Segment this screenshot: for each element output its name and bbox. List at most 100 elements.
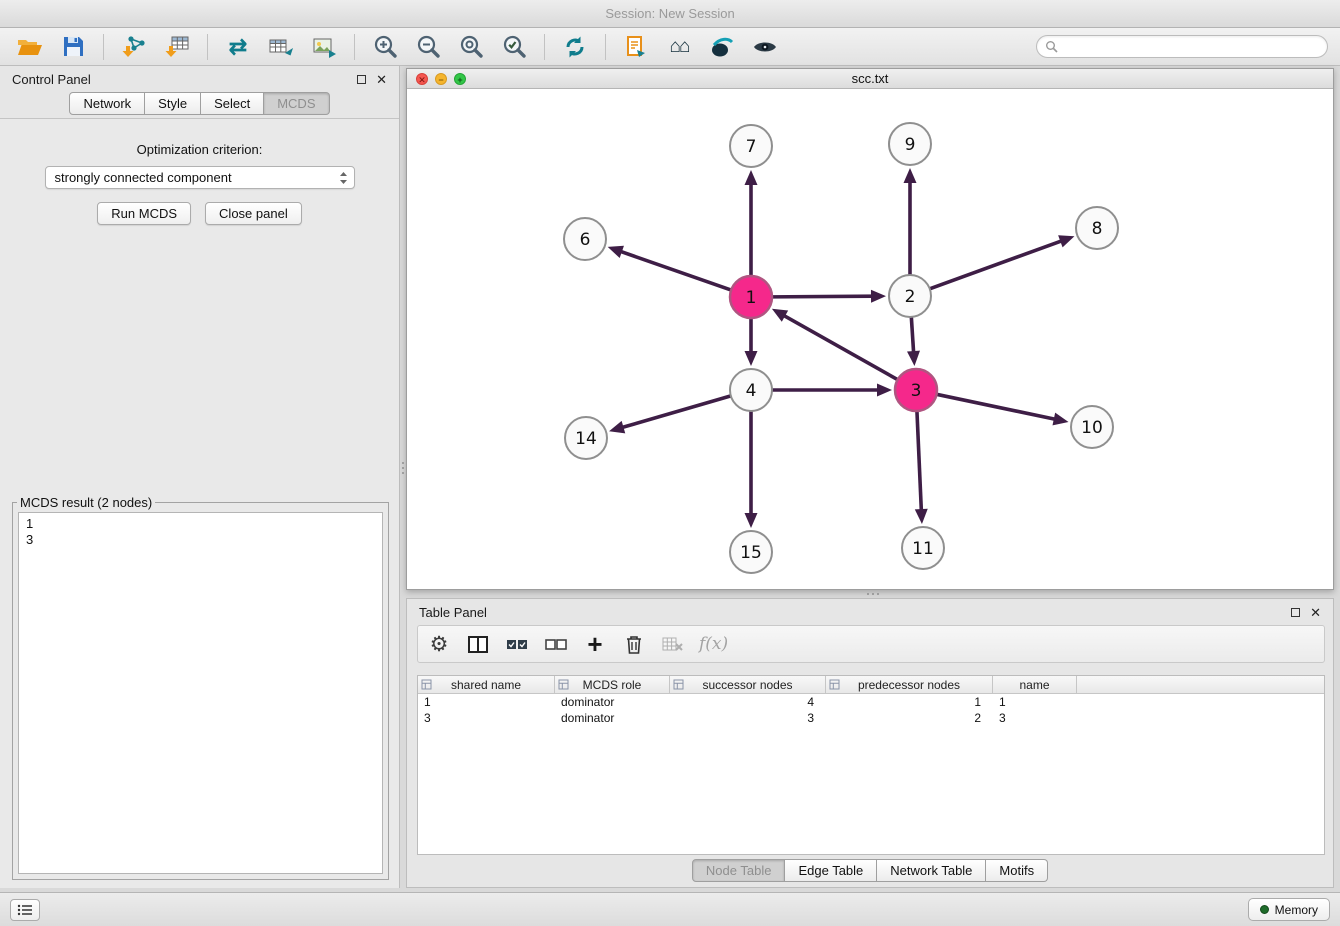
refresh-button[interactable] xyxy=(557,31,593,63)
cell-name[interactable]: 3 xyxy=(993,711,1077,725)
graph-edge-arrowhead xyxy=(907,351,920,366)
cell-mcds-role[interactable]: dominator xyxy=(555,711,670,725)
function-builder-button: f(x) xyxy=(699,629,728,659)
toolbar-separator xyxy=(544,34,545,60)
graph-edge[interactable] xyxy=(930,241,1062,289)
network-arrows-icon: ⇄ xyxy=(229,34,247,60)
zoom-selected-button[interactable] xyxy=(496,31,532,63)
column-type-icon xyxy=(558,679,569,690)
table-row[interactable]: 3 dominator 3 2 3 xyxy=(418,710,1324,726)
apply-style-button[interactable] xyxy=(704,31,740,63)
network-window-titlebar[interactable]: ✕ − + scc.txt xyxy=(407,69,1333,89)
optimization-select[interactable]: strongly connected component xyxy=(45,166,355,189)
memory-button[interactable]: Memory xyxy=(1248,898,1330,921)
cell-predecessor-nodes[interactable]: 2 xyxy=(826,711,993,725)
import-network-button[interactable] xyxy=(116,31,152,63)
toolbar-separator xyxy=(103,34,104,60)
search-input[interactable] xyxy=(1063,40,1319,54)
column-header-predecessor-nodes[interactable]: predecessor nodes xyxy=(826,676,993,693)
toolbar-separator xyxy=(354,34,355,60)
column-header-shared-name[interactable]: shared name xyxy=(418,676,555,693)
table-toolbar: ⚙ + f(x) xyxy=(417,625,1325,663)
cell-shared-name[interactable]: 1 xyxy=(418,695,555,709)
graph-edge-arrowhead xyxy=(877,384,892,397)
open-session-button[interactable] xyxy=(12,31,48,63)
export-image-button[interactable] xyxy=(306,31,342,63)
eye-icon xyxy=(752,38,778,56)
unchecked-boxes-icon xyxy=(545,638,567,651)
float-panel-icon[interactable] xyxy=(357,75,366,84)
horizontal-splitter-handle[interactable] xyxy=(860,591,886,597)
save-session-button[interactable] xyxy=(55,31,91,63)
cell-predecessor-nodes[interactable]: 1 xyxy=(826,695,993,709)
graph-edge-arrowhead xyxy=(871,290,886,303)
tab-motifs[interactable]: Motifs xyxy=(986,859,1048,882)
graph-edge[interactable] xyxy=(937,394,1056,419)
graph-edge[interactable] xyxy=(772,296,873,297)
optimization-criterion-label: Optimization criterion: xyxy=(0,142,399,157)
show-hide-button[interactable] xyxy=(747,31,783,63)
maximize-window-icon[interactable]: + xyxy=(454,73,466,85)
tab-network-table[interactable]: Network Table xyxy=(877,859,986,882)
select-all-columns-button[interactable] xyxy=(504,629,530,659)
cell-name[interactable]: 1 xyxy=(993,695,1077,709)
delete-column-button[interactable] xyxy=(621,629,647,659)
vertical-splitter-handle[interactable] xyxy=(400,455,406,481)
graph-edge[interactable] xyxy=(911,317,913,353)
close-table-panel-icon[interactable]: ✕ xyxy=(1310,606,1321,619)
tab-edge-table[interactable]: Edge Table xyxy=(785,859,877,882)
cell-mcds-role[interactable]: dominator xyxy=(555,695,670,709)
graph-edge[interactable] xyxy=(620,251,731,290)
close-window-icon[interactable]: ✕ xyxy=(416,73,428,85)
zoom-in-button[interactable] xyxy=(367,31,403,63)
mcds-result-list[interactable]: 1 3 xyxy=(18,512,383,874)
zoom-out-button[interactable] xyxy=(410,31,446,63)
graph-edge[interactable] xyxy=(622,396,731,428)
result-line: 1 xyxy=(26,516,375,532)
tab-style[interactable]: Style xyxy=(145,92,201,115)
tab-select[interactable]: Select xyxy=(201,92,264,115)
graph-edge[interactable] xyxy=(783,315,897,380)
new-network-button[interactable]: ⇄ xyxy=(220,31,256,63)
show-columns-button[interactable] xyxy=(465,629,491,659)
close-panel-icon[interactable]: ✕ xyxy=(376,73,387,86)
graph-edge[interactable] xyxy=(917,411,921,511)
open-folder-icon xyxy=(17,37,43,57)
graph-edge-arrowhead xyxy=(904,168,917,183)
node-table[interactable]: shared name MCDS role successor nodes pr… xyxy=(417,675,1325,855)
add-column-button[interactable]: + xyxy=(582,629,608,659)
close-panel-button[interactable]: Close panel xyxy=(205,202,302,225)
window-titlebar[interactable]: Session: New Session xyxy=(0,0,1340,28)
network-canvas[interactable]: 7968124314101511 xyxy=(407,89,1333,589)
column-header-successor-nodes[interactable]: successor nodes xyxy=(670,676,826,693)
graph-edge-arrowhead xyxy=(915,509,928,524)
run-mcds-button[interactable]: Run MCDS xyxy=(97,202,191,225)
home-button[interactable]: ⌂⌂ xyxy=(661,31,697,63)
memory-label: Memory xyxy=(1275,903,1318,917)
tab-mcds[interactable]: MCDS xyxy=(264,92,329,115)
global-search[interactable] xyxy=(1036,35,1328,58)
zoom-out-icon xyxy=(416,34,441,59)
deselect-all-columns-button[interactable] xyxy=(543,629,569,659)
tab-node-table[interactable]: Node Table xyxy=(692,859,786,882)
column-header-name[interactable]: name xyxy=(993,676,1077,693)
table-row[interactable]: 1 dominator 4 1 1 xyxy=(418,694,1324,710)
table-settings-button[interactable]: ⚙ xyxy=(426,629,452,659)
paste-style-button[interactable] xyxy=(618,31,654,63)
toolbar-separator xyxy=(207,34,208,60)
graph-node-label: 14 xyxy=(575,429,597,449)
tab-network[interactable]: Network xyxy=(69,92,145,115)
task-history-button[interactable] xyxy=(10,899,40,921)
cell-successor-nodes[interactable]: 4 xyxy=(670,695,826,709)
float-table-panel-icon[interactable] xyxy=(1291,608,1300,617)
cell-shared-name[interactable]: 3 xyxy=(418,711,555,725)
minimize-window-icon[interactable]: − xyxy=(435,73,447,85)
import-table-button[interactable] xyxy=(159,31,195,63)
column-header-mcds-role[interactable]: MCDS role xyxy=(555,676,670,693)
cell-successor-nodes[interactable]: 3 xyxy=(670,711,826,725)
network-graph[interactable]: 7968124314101511 xyxy=(407,89,1333,589)
zoom-fit-button[interactable] xyxy=(453,31,489,63)
graph-edge-arrowhead xyxy=(609,421,625,433)
graph-node-label: 4 xyxy=(746,381,757,401)
network-table-button[interactable] xyxy=(263,31,299,63)
